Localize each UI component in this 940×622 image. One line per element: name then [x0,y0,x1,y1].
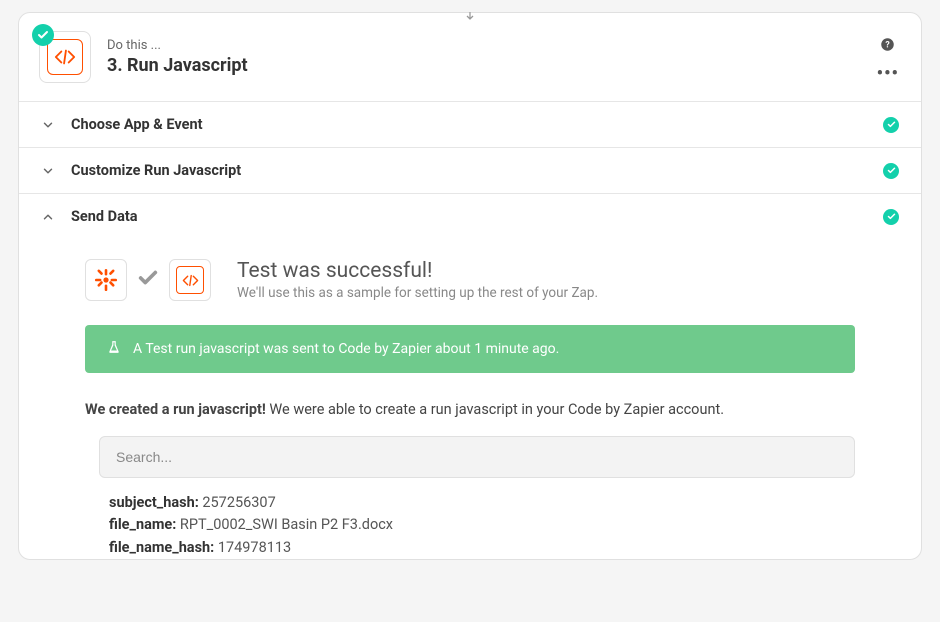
chevron-up-icon [41,210,55,224]
step-complete-badge [32,24,54,46]
test-banner: A Test run javascript was sent to Code b… [85,325,855,373]
result-box: subject_hash: 257256307 file_name: RPT_0… [99,436,855,559]
test-success-sub: We'll use this as a sample for setting u… [237,285,598,301]
test-success-heading: Test was successful! [237,259,598,283]
section-choose-app[interactable]: Choose App & Event [19,101,921,147]
chevron-down-icon [41,118,55,132]
test-success-row: Test was successful! We'll use this as a… [19,257,921,311]
step-header: Do this ... 3. Run Javascript ? ••• [19,13,921,101]
created-rest: We were able to create a run javascript … [266,401,724,418]
section-customize[interactable]: Customize Run Javascript [19,147,921,193]
kv-row: file_name: RPT_0002_SWI Basin P2 F3.docx [109,514,845,536]
code-icon [47,39,83,75]
chevron-down-icon [41,164,55,178]
app-icon-box [39,31,91,83]
do-this-label: Do this ... [107,38,861,53]
search-input[interactable] [99,436,855,478]
section-label: Send Data [71,208,867,225]
header-text: Do this ... 3. Run Javascript [107,38,861,76]
help-icon[interactable]: ? [880,37,895,56]
code-icon-small [169,259,211,301]
kv-list: subject_hash: 257256307 file_name: RPT_0… [99,478,855,559]
created-bold: We created a run javascript! [85,401,266,418]
flask-icon [107,340,121,358]
step-card: Do this ... 3. Run Javascript ? ••• Choo… [18,12,922,560]
banner-text: A Test run javascript was sent to Code b… [133,341,559,357]
step-title: 3. Run Javascript [107,55,861,76]
send-data-body: Test was successful! We'll use this as a… [19,239,921,559]
zapier-icon [85,259,127,301]
check-icon [137,267,159,293]
kv-row: file_name_hash: 174978113 [109,537,845,559]
success-indicator [883,163,899,179]
success-indicator [883,209,899,225]
section-send-data[interactable]: Send Data [19,193,921,239]
more-icon[interactable]: ••• [877,70,899,78]
section-label: Customize Run Javascript [71,162,867,179]
section-label: Choose App & Event [71,116,867,133]
kv-row: subject_hash: 257256307 [109,492,845,514]
svg-text:?: ? [886,40,891,50]
created-message: We created a run javascript! We were abl… [19,373,921,418]
success-indicator [883,117,899,133]
